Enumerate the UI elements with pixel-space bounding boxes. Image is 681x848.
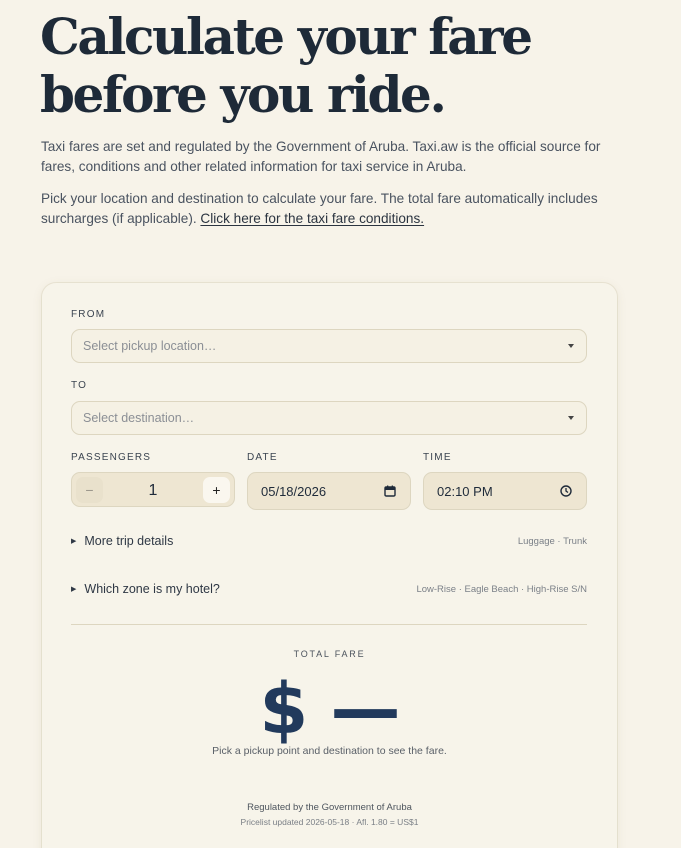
divider (71, 624, 587, 625)
instructions-paragraph: Pick your location and destination to ca… (41, 189, 631, 229)
from-label: FROM (71, 309, 106, 320)
destination-select[interactable]: Select destination… (71, 401, 587, 435)
more-trip-details-toggle[interactable]: ▶ More trip details Luggage · Trunk (71, 534, 587, 552)
pickup-location-select[interactable]: Select pickup location… (71, 329, 587, 363)
time-label: TIME (423, 452, 452, 463)
decrease-passengers-button[interactable]: − (76, 477, 103, 503)
date-label: DATE (247, 452, 278, 463)
page-title-line-2: before you ride. (40, 65, 447, 124)
pickup-placeholder: Select pickup location… (83, 339, 217, 353)
intro-paragraph: Taxi fares are set and regulated by the … (41, 139, 601, 174)
fare-hint: Pick a pickup point and destination to s… (212, 745, 447, 757)
caret-down-icon (568, 344, 574, 348)
hotel-zone-toggle[interactable]: ▶ Which zone is my hotel? Low-Rise · Eagl… (71, 582, 587, 600)
fare-calculator-page: Calculate your fare before you ride. Tax… (0, 0, 681, 848)
date-value: 05/18/2026 (261, 484, 327, 499)
more-trip-details-hint: Luggage · Trunk (517, 536, 587, 547)
triangle-right-icon: ▶ (71, 538, 77, 545)
passengers-label: PASSENGERS (71, 452, 152, 463)
total-fare-value: $ — (259, 668, 400, 750)
more-trip-details-label: More trip details (84, 534, 174, 548)
passengers-stepper: − 1 + (71, 472, 235, 507)
time-input[interactable]: 02:10 PM (423, 472, 587, 510)
pricelist-updated-note: Pricelist updated 2026-05-18 · Afl. 1.80… (240, 817, 419, 827)
total-fare-label: TOTAL FARE (293, 649, 366, 659)
time-value: 02:10 PM (437, 484, 493, 499)
clock-icon[interactable] (560, 485, 572, 497)
regulation-note: Regulated by the Government of Aruba (247, 802, 412, 813)
increase-passengers-button[interactable]: + (203, 477, 230, 503)
caret-down-icon (568, 416, 574, 420)
destination-placeholder: Select destination… (83, 411, 195, 425)
page-title: Calculate your fare before you ride. (40, 8, 640, 124)
calendar-icon[interactable] (384, 485, 396, 497)
date-input[interactable]: 05/18/2026 (247, 472, 411, 510)
passengers-value[interactable]: 1 (112, 473, 194, 508)
hotel-zone-hint: Low-Rise · Eagle Beach · High-Rise S/N (416, 584, 587, 595)
to-label: TO (71, 380, 88, 391)
page-title-line-1: Calculate your fare (40, 7, 533, 66)
triangle-right-icon: ▶ (71, 586, 77, 593)
fare-conditions-link[interactable]: Click here for the taxi fare conditions. (200, 211, 424, 226)
fare-calculator-card: FROM Select pickup location… TO Select d… (42, 283, 617, 848)
hotel-zone-label: Which zone is my hotel? (84, 582, 220, 596)
